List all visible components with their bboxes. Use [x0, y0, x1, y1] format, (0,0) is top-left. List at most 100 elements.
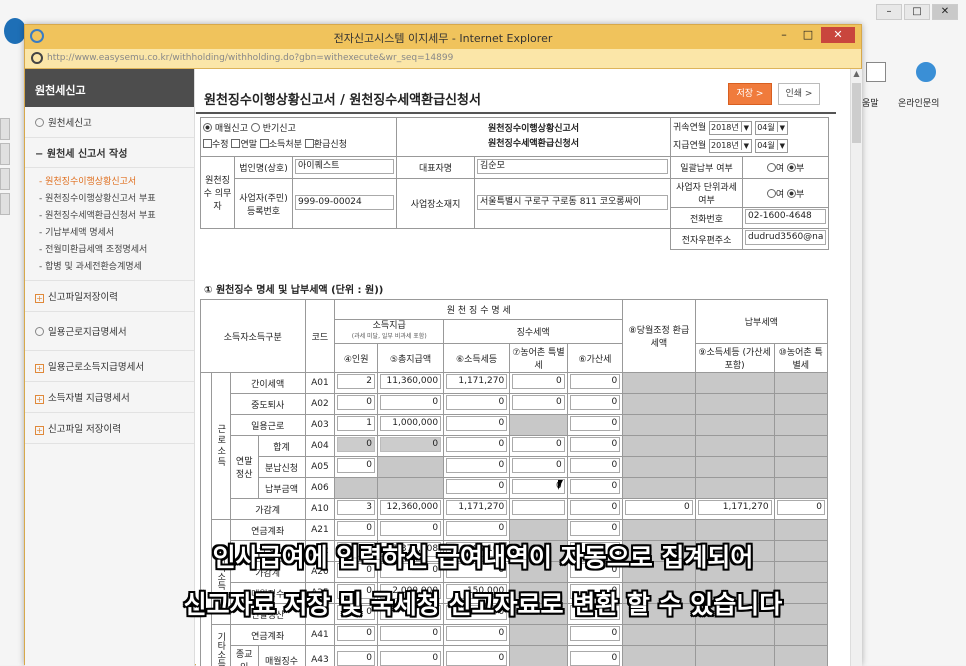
belong-year-select[interactable]: 2018년 ▼	[709, 121, 752, 135]
close-icon[interactable]: ✕	[932, 4, 958, 20]
people-field[interactable]: 0	[337, 626, 375, 641]
scroll-up-icon[interactable]: ▲	[851, 69, 862, 81]
maximize-icon[interactable]: □	[797, 27, 819, 43]
people-field[interactable]: 1	[337, 416, 375, 431]
sidebar-item-file-history-2[interactable]: +신고파일 저장이력	[25, 413, 194, 444]
help-icon[interactable]	[866, 62, 886, 82]
radio-batch-yes[interactable]	[767, 163, 776, 172]
add-field[interactable]: 0	[570, 458, 620, 473]
add-field[interactable]: 0	[570, 416, 620, 431]
circle-icon	[35, 327, 44, 336]
rural-field[interactable]: 0	[512, 395, 565, 410]
check-refund[interactable]	[305, 139, 314, 148]
payrural-field[interactable]: 0	[777, 500, 825, 515]
sidebar-group-report-write[interactable]: − 원천세 신고서 작성	[25, 138, 194, 168]
sidebar-item-unrefunded[interactable]: - 전월미환급세액 조정명세서	[25, 240, 194, 257]
radio-unit-yes[interactable]	[767, 189, 776, 198]
add-field[interactable]: 0	[570, 395, 620, 410]
bizno-field[interactable]: 999-09-00024	[295, 195, 394, 210]
minimize-icon[interactable]: –	[773, 27, 795, 43]
add-field[interactable]: 0	[570, 521, 620, 536]
tax-field[interactable]: 0	[446, 458, 507, 473]
pay-year-select[interactable]: 2018년 ▼	[709, 139, 752, 153]
rep-label: 대표자명	[397, 157, 475, 179]
check-income[interactable]	[260, 139, 269, 148]
radio-batch-no[interactable]	[787, 163, 796, 172]
amount-field[interactable]: 1,000,000	[380, 416, 441, 431]
rural-field[interactable]: 0	[512, 374, 565, 389]
people-field[interactable]: 2	[337, 374, 375, 389]
tax-field[interactable]: 0	[446, 437, 507, 452]
sidebar-item-daily-income[interactable]: +일용근로소득지급명세서	[25, 351, 194, 382]
add-field[interactable]: 0	[570, 374, 620, 389]
amount-field[interactable]: 0	[380, 395, 441, 410]
tax-field[interactable]: 1,171,270	[446, 374, 507, 389]
vertical-scrollbar[interactable]: ▲	[850, 69, 862, 666]
online-inquiry-icon[interactable]	[916, 62, 936, 82]
plus-icon: +	[35, 364, 44, 373]
people-field[interactable]: 0	[337, 458, 375, 473]
rural-field[interactable]: 0	[512, 458, 565, 473]
sidebar-item-file-history[interactable]: +신고파일저장이력	[25, 281, 194, 312]
tax-field[interactable]: 1,171,270	[446, 500, 507, 515]
rural-field[interactable]: 0	[512, 437, 565, 452]
rural-field[interactable]: 0	[512, 479, 565, 494]
people-field[interactable]: 3	[337, 500, 375, 515]
paytax-field[interactable]: 1,171,270	[698, 500, 772, 515]
add-field[interactable]: 0	[570, 437, 620, 452]
sidebar-item-income-statement[interactable]: +소득자별 지급명세서	[25, 382, 194, 413]
adjust-field[interactable]: 0	[625, 500, 693, 515]
radio-monthly[interactable]	[203, 123, 212, 132]
tax-field[interactable]: 0	[446, 521, 507, 536]
rep-field[interactable]: 김순모	[477, 159, 668, 174]
tax-field[interactable]: 0	[446, 395, 507, 410]
sidebar-item-refund-appendix[interactable]: - 원천징수세액환급신청서 부표	[25, 206, 194, 223]
people-field[interactable]: 0	[337, 395, 375, 410]
scrollbar-thumb[interactable]	[852, 83, 861, 143]
rural-field[interactable]	[512, 500, 565, 515]
radio-half[interactable]	[251, 123, 260, 132]
corp-field[interactable]: 아이퀘스트	[295, 159, 394, 174]
radio-unit-no[interactable]	[787, 189, 796, 198]
print-button[interactable]: 인쇄 >	[778, 83, 820, 105]
save-button[interactable]: 저장 >	[728, 83, 772, 105]
amount-field[interactable]: 0	[380, 651, 441, 666]
pay-month-select[interactable]: 04월 ▼	[755, 139, 788, 153]
sidebar-item-status-appendix[interactable]: - 원천징수이행상황신고서 부표	[25, 189, 194, 206]
addr-label: 사업장소재지	[397, 179, 475, 229]
people-field[interactable]: 0	[337, 651, 375, 666]
amount-field[interactable]: 0	[380, 521, 441, 536]
sidebar-item-merger[interactable]: - 합병 및 과세전환승계명세	[25, 257, 194, 274]
email-field[interactable]: dudrud3560@na	[745, 230, 826, 245]
tax-field[interactable]: 0	[446, 651, 507, 666]
tax-field[interactable]: 0	[446, 416, 507, 431]
add-field[interactable]: 0	[570, 479, 620, 494]
close-icon[interactable]: ✕	[821, 27, 855, 43]
address-bar[interactable]: http://www.easysemu.co.kr/withholding/wi…	[25, 49, 861, 69]
sidebar-item-status-report[interactable]: - 원천징수이행상황신고서	[25, 172, 194, 189]
sidebar-item-daily-statement[interactable]: 일용근로지급명세서	[25, 312, 194, 351]
sidebar-item-withholding[interactable]: 원천세신고	[25, 107, 194, 138]
add-field[interactable]: 0	[570, 626, 620, 641]
add-field[interactable]: 0	[570, 500, 620, 515]
amount-field[interactable]: 0	[380, 437, 441, 452]
addr-field[interactable]: 서울특별시 구로구 구로동 811 코오롱싸이	[477, 195, 668, 210]
amount-field[interactable]: 11,360,000	[380, 374, 441, 389]
phone-field[interactable]: 02-1600-4648	[745, 209, 826, 224]
tax-field[interactable]: 0	[446, 626, 507, 641]
add-field[interactable]: 0	[570, 651, 620, 666]
amount-field[interactable]: 12,360,000	[380, 500, 441, 515]
title-divider	[196, 112, 836, 114]
people-field[interactable]: 0	[337, 521, 375, 536]
tax-field[interactable]: 0	[446, 479, 507, 494]
plus-icon: +	[35, 294, 44, 303]
belong-month-select[interactable]: 04월 ▼	[755, 121, 788, 135]
maximize-icon[interactable]: □	[904, 4, 930, 20]
sidebar-item-paid-tax[interactable]: - 기납부세액 명세서	[25, 223, 194, 240]
amount-field[interactable]: 0	[380, 626, 441, 641]
minimize-icon[interactable]: –	[876, 4, 902, 20]
people-field[interactable]: 0	[337, 437, 375, 452]
address-url[interactable]: http://www.easysemu.co.kr/withholding/wi…	[47, 53, 453, 63]
background-window-controls: – □ ✕	[876, 4, 958, 20]
check-amend[interactable]	[203, 139, 212, 148]
